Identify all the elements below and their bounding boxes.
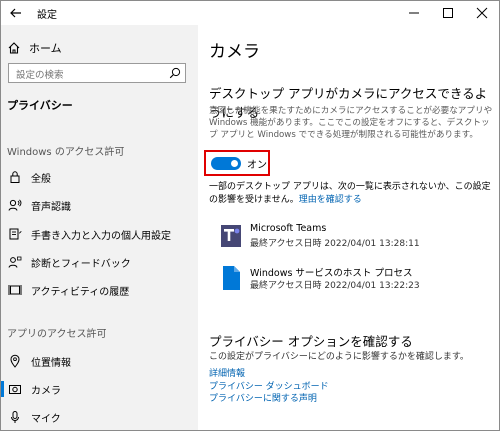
toggle-knob <box>231 159 238 167</box>
note-text: 一部のデスクトップ アプリは、次の一覧に表示されないか、この設定の影響を受けませ… <box>209 181 495 207</box>
privacy-link-statement[interactable]: プライバシーに関する声明 <box>209 393 329 406</box>
maximize-button[interactable] <box>433 3 463 23</box>
settings-search-input[interactable]: 設定の検索 <box>8 63 186 83</box>
search-icon <box>169 67 181 79</box>
search-placeholder: 設定の検索 <box>16 70 64 81</box>
sidebar-item-camera[interactable]: カメラ <box>1 378 198 400</box>
toggle-switch[interactable] <box>211 156 241 170</box>
sidebar-item-label: 音声認識 <box>31 201 71 213</box>
feedback-icon <box>7 254 23 270</box>
sidebar-item-microphone[interactable]: マイク <box>1 406 198 428</box>
privacy-links: 詳細情報 プライバシー ダッシュボード プライバシーに関する声明 <box>209 368 329 406</box>
microphone-icon <box>7 409 23 425</box>
minimize-icon <box>409 12 419 14</box>
maximize-icon <box>443 8 453 18</box>
home-link[interactable]: ホーム <box>7 39 62 57</box>
window-title: 設定 <box>37 10 57 21</box>
close-icon <box>476 7 488 19</box>
sidebar: ホーム 設定の検索 プライバシー Windows のアクセス許可 全般 音声認識 <box>1 25 198 430</box>
voice-icon <box>7 197 23 213</box>
page-title: カメラ <box>209 42 260 62</box>
app-last-access: 最終アクセス日時 2022/04/01 13:28:11 <box>250 239 420 249</box>
sidebar-item-label: マイク <box>31 413 61 425</box>
history-icon <box>7 282 23 298</box>
app-last-access: 最終アクセス日時 2022/04/01 13:22:23 <box>250 281 420 291</box>
camera-access-toggle[interactable]: オン <box>204 150 270 176</box>
section-heading: プライバシー <box>7 99 73 112</box>
app-name: Windows サービスのホスト プロセス <box>250 268 413 279</box>
active-indicator <box>1 381 4 397</box>
sidebar-item-label: 手書き入力と入力の個人用設定 <box>31 230 171 242</box>
toggle-state-label: オン <box>247 159 267 171</box>
close-button[interactable] <box>467 3 497 23</box>
group-heading-apps: アプリのアクセス許可 <box>7 329 107 340</box>
teams-icon <box>221 225 241 247</box>
location-icon <box>7 353 23 369</box>
main-content: カメラ デスクトップ アプリがカメラにアクセスできるようにする 意図した機能を果… <box>198 25 499 430</box>
privacy-options-title: プライバシー オプションを確認する <box>209 334 413 349</box>
file-icon <box>223 266 240 290</box>
home-label: ホーム <box>29 42 62 55</box>
app-name: Microsoft Teams <box>250 223 327 234</box>
sidebar-item-label: 位置情報 <box>31 357 71 369</box>
group-heading-windows: Windows のアクセス許可 <box>7 147 125 158</box>
sidebar-item-label: 全般 <box>31 173 51 185</box>
sidebar-item-feedback[interactable]: 診断とフィードバック <box>1 251 198 273</box>
privacy-description: この設定がプライバシーにどのように影響するかを確認します。 <box>209 352 469 362</box>
sidebar-item-label: アクティビティの履歴 <box>31 286 130 298</box>
sidebar-item-handwriting[interactable]: 手書き入力と入力の個人用設定 <box>1 223 198 245</box>
sidebar-item-voice[interactable]: 音声認識 <box>1 194 198 216</box>
sidebar-item-history[interactable]: アクティビティの履歴 <box>1 279 198 301</box>
lock-icon <box>7 169 23 185</box>
handwriting-icon <box>7 226 23 242</box>
back-arrow-icon <box>10 8 21 18</box>
sidebar-item-label: カメラ <box>31 385 61 397</box>
reason-link[interactable]: 理由を確認する <box>299 195 362 205</box>
camera-icon <box>7 381 23 397</box>
sidebar-item-label: 診断とフィードバック <box>31 258 131 270</box>
sidebar-item-location[interactable]: 位置情報 <box>1 350 198 372</box>
title-bar: 設定 <box>1 1 499 25</box>
home-icon <box>8 42 20 54</box>
settings-window: 設定 ホーム 設定の検索 プライバシー Windows のアクセス許可 全般 音… <box>0 0 500 431</box>
sidebar-item-general[interactable]: 全般 <box>1 166 198 188</box>
back-button[interactable] <box>7 4 25 22</box>
privacy-link-dashboard[interactable]: プライバシー ダッシュボード <box>209 381 329 394</box>
privacy-link-details[interactable]: 詳細情報 <box>209 368 329 381</box>
minimize-button[interactable] <box>399 3 429 23</box>
section-description: 意図した機能を果たすためにカメラにアクセスすることが必要なアプリや Window… <box>209 106 493 140</box>
